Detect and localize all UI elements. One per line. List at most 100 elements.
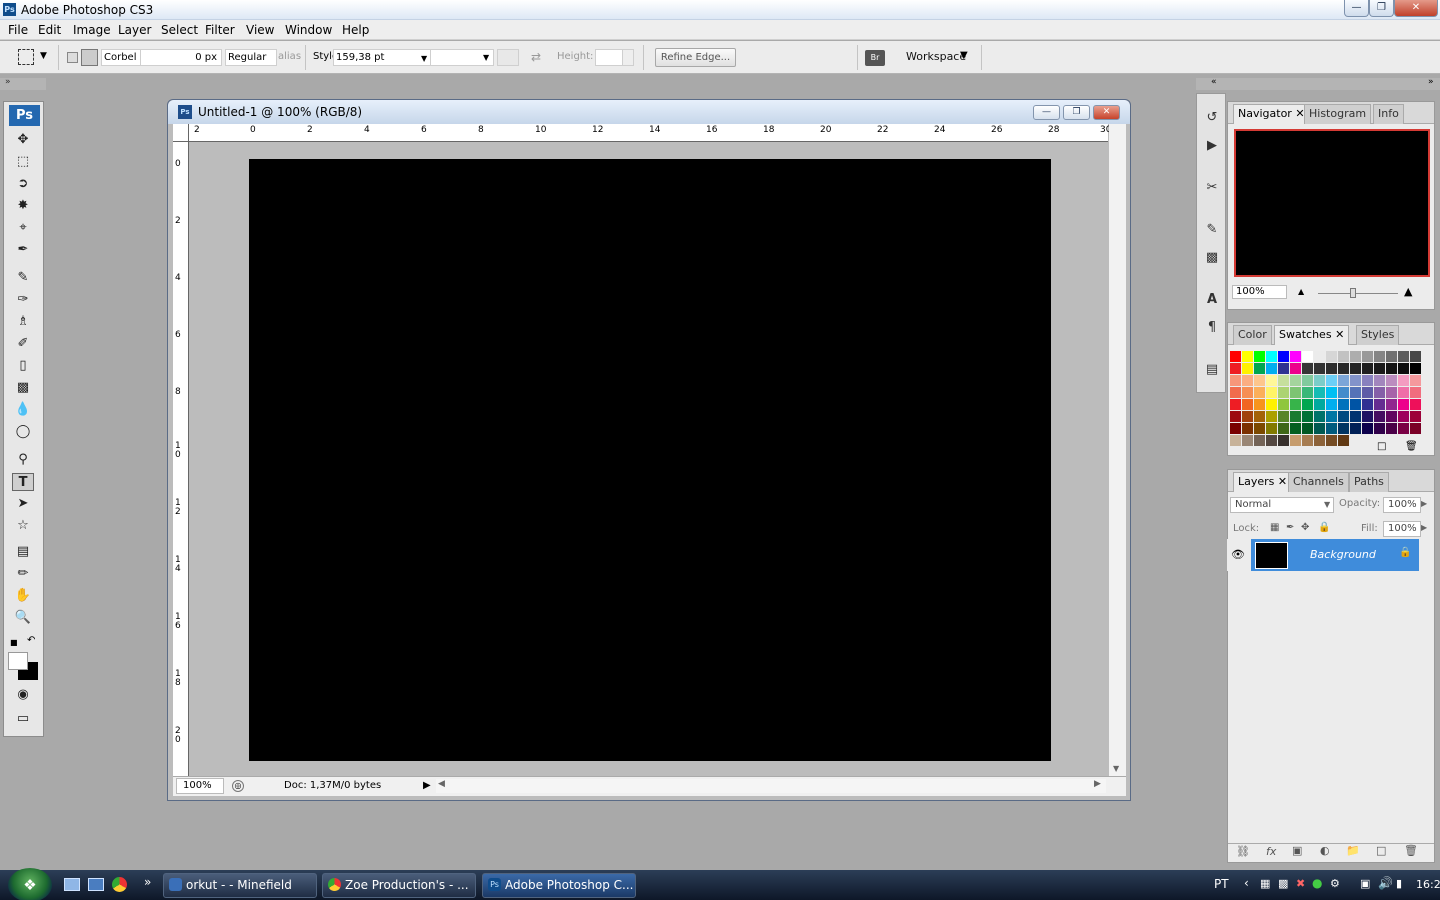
swatch[interactable] xyxy=(1350,423,1361,434)
monitor-tray-icon[interactable]: ▣ xyxy=(1360,877,1370,890)
new-group-icon[interactable]: 📁 xyxy=(1346,844,1360,857)
lock-position-icon[interactable]: ✥ xyxy=(1301,522,1309,533)
vertical-ruler[interactable]: 0 2 4 6 8 10 12 14 16 18 20 xyxy=(173,142,189,778)
menu-filter[interactable]: Filter xyxy=(205,23,235,37)
swatch[interactable] xyxy=(1278,423,1289,434)
close-tab-icon[interactable]: ✕ xyxy=(1335,328,1344,341)
swatch[interactable] xyxy=(1386,363,1397,374)
zoom-out-icon[interactable]: ▲ xyxy=(1298,287,1304,296)
foreground-color-swatch[interactable] xyxy=(8,652,28,670)
swatch[interactable] xyxy=(1386,411,1397,422)
volume-tray-icon[interactable]: 🔊 xyxy=(1378,876,1393,890)
security-tray-icon[interactable]: ✖ xyxy=(1296,877,1305,890)
horizontal-ruler[interactable]: 2 0 2 4 6 8 10 12 14 16 18 20 22 24 26 2… xyxy=(189,124,1111,142)
swatch[interactable] xyxy=(1398,375,1409,386)
swatch[interactable] xyxy=(1362,411,1373,422)
menu-edit[interactable]: Edit xyxy=(38,23,61,37)
swatch[interactable] xyxy=(1398,411,1409,422)
swatch[interactable] xyxy=(1278,387,1289,398)
swatch[interactable] xyxy=(1290,423,1301,434)
lock-all-icon[interactable]: 🔒 xyxy=(1318,522,1330,533)
doc-maximize-button[interactable]: ❐ xyxy=(1063,105,1090,120)
swatch[interactable] xyxy=(1266,363,1277,374)
swatch[interactable] xyxy=(1314,399,1325,410)
menu-view[interactable]: View xyxy=(246,23,274,37)
zoom-slider-thumb[interactable] xyxy=(1350,288,1356,298)
swatch[interactable] xyxy=(1266,423,1277,434)
canvas-area[interactable] xyxy=(190,143,1108,778)
marquee-preset-icon[interactable] xyxy=(18,49,34,65)
eyedropper-tool-icon[interactable]: ✏ xyxy=(12,565,34,583)
swatch[interactable] xyxy=(1410,411,1421,422)
link-layers-icon[interactable]: ⛓ xyxy=(1236,845,1250,858)
swatch[interactable] xyxy=(1326,375,1337,386)
height-stepper[interactable] xyxy=(622,49,634,66)
swatch[interactable] xyxy=(1230,411,1241,422)
swatch[interactable] xyxy=(1386,423,1397,434)
power-tray-icon[interactable]: ▮ xyxy=(1396,877,1402,890)
swatch[interactable] xyxy=(1266,411,1277,422)
adjustment-layer-icon[interactable]: ◐ xyxy=(1320,844,1330,857)
swatch[interactable] xyxy=(1350,363,1361,374)
expand-arrows-icon[interactable]: » xyxy=(5,77,11,87)
swatch[interactable] xyxy=(1314,375,1325,386)
swatch[interactable] xyxy=(1302,423,1313,434)
scroll-down-icon[interactable]: ▼ xyxy=(1113,764,1119,773)
history-panel-icon[interactable]: ↺ xyxy=(1202,108,1222,128)
swatch[interactable] xyxy=(1410,363,1421,374)
move-tool-icon[interactable]: ✥ xyxy=(12,131,34,149)
swatch[interactable] xyxy=(1362,387,1373,398)
swatch[interactable] xyxy=(1338,387,1349,398)
blend-mode-select[interactable]: Normal xyxy=(1230,497,1334,513)
screen-mode-icon[interactable]: ▭ xyxy=(12,710,34,728)
swatch[interactable] xyxy=(1278,351,1289,362)
type-tool-icon[interactable]: T xyxy=(12,473,34,491)
swatch[interactable] xyxy=(1362,351,1373,362)
show-desktop-icon[interactable] xyxy=(64,878,80,891)
swatch[interactable] xyxy=(1338,363,1349,374)
style-dropdown-arrow-icon[interactable]: ▼ xyxy=(483,53,489,62)
zoom-in-icon[interactable]: ▲ xyxy=(1404,285,1412,298)
size-field[interactable]: 0 px xyxy=(140,49,222,66)
clone-source-icon[interactable]: ▩ xyxy=(1202,248,1222,268)
swatch[interactable] xyxy=(1410,399,1421,410)
delete-layer-icon[interactable]: 🗑 xyxy=(1404,844,1418,857)
swatch[interactable] xyxy=(1302,375,1313,386)
swatch[interactable] xyxy=(1314,423,1325,434)
slice-tool-icon[interactable]: ✒ xyxy=(12,241,34,259)
network-tray-icon[interactable]: ▦ xyxy=(1260,877,1270,890)
swatch[interactable] xyxy=(1242,399,1253,410)
swatch[interactable] xyxy=(1230,423,1241,434)
pen-tool-icon[interactable]: ⚲ xyxy=(12,451,34,469)
fill-field[interactable]: 100% xyxy=(1383,521,1421,537)
dodge-tool-icon[interactable]: ◯ xyxy=(12,423,34,441)
swatch[interactable] xyxy=(1254,435,1265,446)
swatch[interactable] xyxy=(1290,351,1301,362)
dock-header[interactable]: « » xyxy=(1196,77,1440,90)
swatch[interactable] xyxy=(1290,375,1301,386)
swatch[interactable] xyxy=(1278,411,1289,422)
tray-tool-icon[interactable]: ⚙ xyxy=(1330,877,1340,890)
swatch[interactable] xyxy=(1242,411,1253,422)
zoom-tool-icon[interactable]: 🔍 xyxy=(12,609,34,627)
swatch[interactable] xyxy=(1314,435,1325,446)
swatch[interactable] xyxy=(1398,363,1409,374)
swatch[interactable] xyxy=(1242,435,1253,446)
doc-minimize-button[interactable]: — xyxy=(1033,105,1060,120)
swatch[interactable] xyxy=(1230,399,1241,410)
swatch[interactable] xyxy=(1398,351,1409,362)
layer-mask-icon[interactable]: ▣ xyxy=(1292,844,1302,857)
tab-channels[interactable]: Channels xyxy=(1288,472,1349,492)
swatch[interactable] xyxy=(1278,399,1289,410)
swatch[interactable] xyxy=(1362,363,1373,374)
height-field[interactable] xyxy=(595,49,623,66)
quicklaunch-more-icon[interactable]: » xyxy=(144,875,151,889)
blend-dropdown-arrow-icon[interactable]: ▼ xyxy=(1324,500,1330,509)
language-indicator[interactable]: PT xyxy=(1214,877,1229,891)
swatch[interactable] xyxy=(1266,435,1277,446)
swatch[interactable] xyxy=(1338,411,1349,422)
swatch[interactable] xyxy=(1230,363,1241,374)
tab-styles[interactable]: Styles xyxy=(1356,325,1400,345)
swatch[interactable] xyxy=(1374,363,1385,374)
eraser-tool-icon[interactable]: ▯ xyxy=(12,357,34,375)
